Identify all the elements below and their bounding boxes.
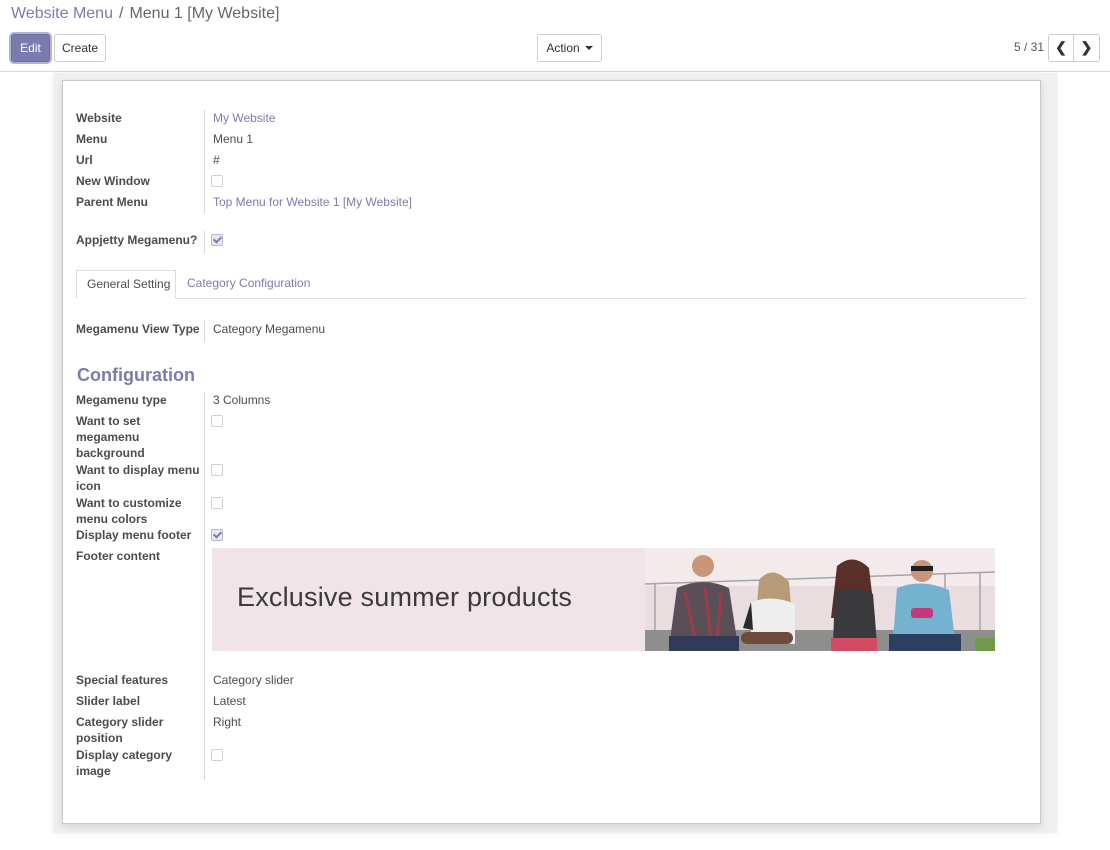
- pager-value[interactable]: 5 / 31: [1000, 40, 1044, 54]
- slider-position-label: Category slider position: [76, 714, 163, 746]
- display-icon-label: Want to display menu icon: [76, 462, 200, 494]
- appjetty-megamenu-label: Appjetty Megamenu?: [76, 233, 198, 247]
- url-field: #: [213, 153, 220, 167]
- action-dropdown[interactable]: Action: [537, 34, 602, 62]
- banner-headline: Exclusive summer products: [237, 582, 573, 612]
- control-panel: Website Menu / Menu 1 [My Website] Edit Cr…: [0, 0, 1110, 72]
- customize-colors-label-line: Want to customize: [76, 496, 182, 510]
- menu-label: Menu: [76, 132, 108, 146]
- edit-button[interactable]: Edit: [11, 34, 50, 62]
- slider-position-field: Right: [213, 715, 242, 729]
- display-icon-checkbox[interactable]: [211, 464, 223, 476]
- menu-field: Menu 1: [213, 132, 254, 146]
- special-features-label: Special features: [76, 673, 169, 687]
- set-background-label-line: background: [76, 446, 145, 460]
- breadcrumb-website-menu-link[interactable]: Website Menu: [11, 5, 113, 22]
- slider-position-label-line: Category slider: [76, 715, 164, 729]
- footer-content-banner[interactable]: Exclusive summer products: [212, 548, 995, 651]
- tab-general-setting[interactable]: General Setting: [76, 270, 176, 299]
- parent-menu-field[interactable]: Top Menu for Website 1 [My Website]: [213, 194, 412, 210]
- field-separator: [204, 320, 205, 342]
- field-separator: [204, 392, 205, 780]
- set-background-checkbox[interactable]: [211, 415, 223, 427]
- slider-label-field: Latest: [213, 694, 246, 708]
- notebook-tabs: General Setting Category Configuration: [76, 270, 1026, 299]
- display-icon-label-line: Want to display menu: [76, 463, 200, 477]
- slider-label-label: Slider label: [76, 694, 141, 708]
- form-sheet: [62, 80, 1041, 824]
- action-label: Action: [546, 41, 580, 55]
- field-separator: [204, 110, 205, 213]
- field-separator: [204, 231, 205, 253]
- chevron-left-icon: ❮: [1055, 39, 1067, 55]
- url-label: Url: [76, 153, 93, 167]
- people-photo-image: [645, 548, 995, 651]
- display-category-image-label-line: Display category: [76, 748, 173, 762]
- customize-colors-label-line: menu colors: [76, 512, 148, 526]
- display-category-image-checkbox[interactable]: [211, 749, 223, 761]
- website-label: Website: [76, 111, 122, 125]
- display-footer-label: Display menu footer: [76, 528, 192, 542]
- breadcrumb: Website Menu / Menu 1 [My Website]: [11, 5, 279, 23]
- configuration-section-title: Configuration: [77, 365, 195, 385]
- special-features-field: Category slider: [213, 673, 294, 687]
- slider-position-label-line: position: [76, 731, 123, 745]
- customize-colors-checkbox[interactable]: [211, 497, 223, 509]
- new-window-checkbox[interactable]: [211, 175, 223, 187]
- set-background-label-line: Want to set: [76, 414, 141, 428]
- pager-previous-button[interactable]: ❮: [1048, 34, 1074, 62]
- display-icon-label-line: icon: [76, 479, 101, 493]
- caret-down-icon: [584, 45, 593, 50]
- parent-menu-label: Parent Menu: [76, 195, 149, 209]
- display-footer-checkbox[interactable]: [211, 529, 223, 541]
- pager-next-button[interactable]: ❯: [1073, 34, 1100, 62]
- megamenu-type-field: 3 Columns: [213, 393, 271, 407]
- chevron-right-icon: ❯: [1080, 39, 1093, 55]
- create-button[interactable]: Create: [54, 34, 106, 62]
- website-field[interactable]: My Website: [213, 110, 275, 126]
- set-background-label-line: megamenu: [76, 430, 140, 444]
- display-category-image-label-line: image: [76, 764, 111, 778]
- megamenu-view-type-field: Category Megamenu: [213, 322, 326, 336]
- breadcrumb-current: Menu 1 [My Website]: [129, 5, 280, 22]
- display-category-image-label: Display category image: [76, 747, 172, 779]
- customize-colors-label: Want to customize menu colors: [76, 495, 182, 527]
- megamenu-view-type-label: Megamenu View Type: [76, 322, 200, 336]
- new-window-label: New Window: [76, 174, 150, 188]
- breadcrumb-separator: /: [118, 5, 124, 22]
- appjetty-megamenu-checkbox[interactable]: [211, 234, 223, 246]
- tab-category-configuration[interactable]: Category Configuration: [177, 270, 320, 299]
- set-background-label: Want to set megamenu background: [76, 413, 145, 461]
- megamenu-type-label: Megamenu type: [76, 393, 167, 407]
- footer-content-label: Footer content: [76, 549, 160, 563]
